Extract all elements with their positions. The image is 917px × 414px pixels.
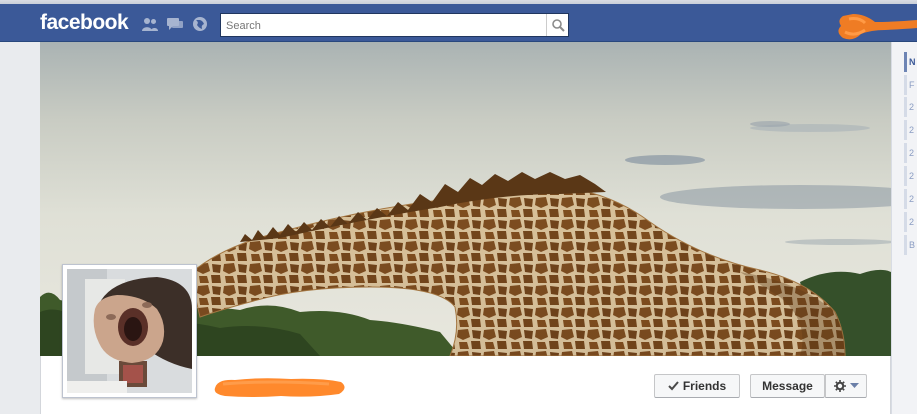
timeline-item[interactable]: B — [904, 235, 917, 255]
messages-icon[interactable] — [166, 16, 184, 32]
timeline-item[interactable]: N — [904, 52, 917, 72]
timeline-item[interactable]: F — [904, 75, 917, 95]
settings-dropdown-button[interactable] — [825, 374, 867, 398]
timeline-item[interactable]: 2 — [904, 166, 917, 186]
redacted-username[interactable] — [835, 10, 917, 42]
top-navigation-bar: facebook — [0, 0, 917, 42]
friends-button[interactable]: Friends — [654, 374, 740, 398]
timeline-item[interactable]: 2 — [904, 120, 917, 140]
friends-button-label: Friends — [682, 379, 727, 393]
profile-photo-image — [67, 269, 192, 393]
friend-requests-icon[interactable] — [141, 16, 159, 32]
notifications-globe-icon[interactable] — [191, 16, 209, 32]
left-gutter — [0, 42, 40, 414]
search-input[interactable] — [226, 18, 541, 33]
timeline-item[interactable]: 2 — [904, 143, 917, 163]
gear-icon — [833, 380, 846, 392]
window-strip — [0, 0, 917, 4]
search-button[interactable] — [546, 14, 568, 36]
message-button[interactable]: Message — [750, 374, 825, 398]
facebook-logo[interactable]: facebook — [40, 11, 129, 35]
timeline-item[interactable]: 2 — [904, 212, 917, 232]
search-field[interactable] — [220, 13, 569, 37]
profile-picture[interactable] — [62, 264, 197, 398]
redacted-profile-name — [214, 378, 345, 397]
timeline-item[interactable]: 2 — [904, 189, 917, 209]
timeline-scrubber: N F 2 2 2 2 2 2 B — [891, 42, 917, 414]
check-icon — [668, 381, 679, 391]
caret-down-icon — [849, 383, 859, 388]
search-icon — [552, 19, 565, 32]
message-button-label: Message — [762, 379, 813, 393]
timeline-item[interactable]: 2 — [904, 97, 917, 117]
